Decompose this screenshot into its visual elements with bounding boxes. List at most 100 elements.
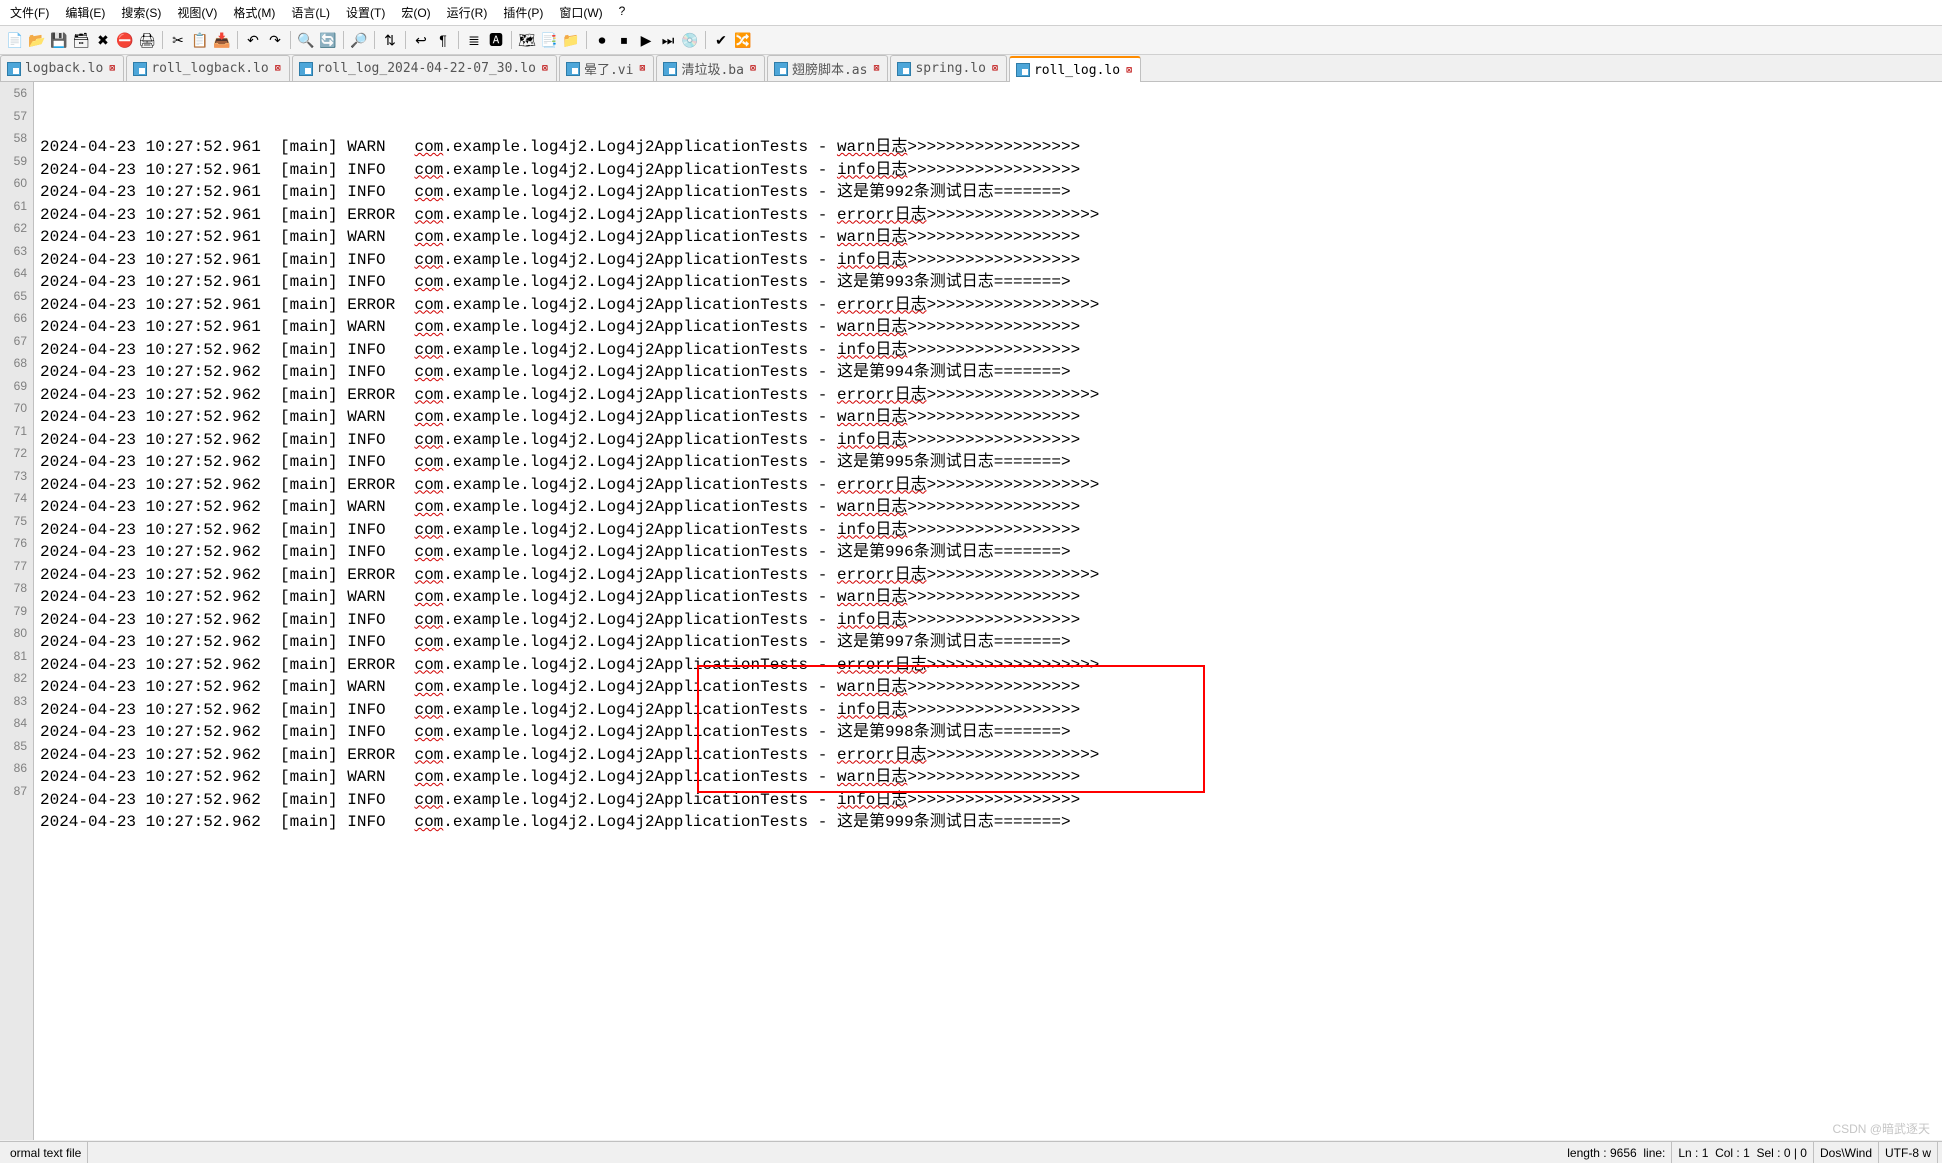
play-icon[interactable]: ▶ bbox=[635, 29, 657, 51]
lang-icon[interactable]: 🅰 bbox=[485, 29, 507, 51]
close-tab-icon[interactable]: ⊠ bbox=[542, 63, 548, 74]
record-icon[interactable]: ⏺ bbox=[591, 29, 613, 51]
log-line[interactable]: 2024-04-23 10:27:52.962 [main] ERROR com… bbox=[40, 564, 1942, 587]
log-line[interactable]: 2024-04-23 10:27:52.962 [main] INFO com.… bbox=[40, 609, 1942, 632]
redo-icon[interactable]: ↷ bbox=[264, 29, 286, 51]
log-line[interactable]: 2024-04-23 10:27:52.961 [main] WARN com.… bbox=[40, 226, 1942, 249]
func-list-icon[interactable]: 📑 bbox=[538, 29, 560, 51]
menu-macro[interactable]: 宏(O) bbox=[395, 2, 436, 23]
menu-format[interactable]: 格式(M) bbox=[227, 2, 281, 23]
log-line[interactable]: 2024-04-23 10:27:52.962 [main] WARN com.… bbox=[40, 676, 1942, 699]
log-line[interactable]: 2024-04-23 10:27:52.962 [main] ERROR com… bbox=[40, 654, 1942, 677]
log-line[interactable]: 2024-04-23 10:27:52.961 [main] INFO com.… bbox=[40, 181, 1942, 204]
save-macro-icon[interactable]: 💿 bbox=[679, 29, 701, 51]
log-line[interactable]: 2024-04-23 10:27:52.962 [main] INFO com.… bbox=[40, 361, 1942, 384]
log-line[interactable]: 2024-04-23 10:27:52.962 [main] WARN com.… bbox=[40, 406, 1942, 429]
log-line[interactable]: 2024-04-23 10:27:52.961 [main] ERROR com… bbox=[40, 294, 1942, 317]
folder-icon[interactable]: 📁 bbox=[560, 29, 582, 51]
tab-2[interactable]: roll_log_2024-04-22-07_30.lo⊠ bbox=[292, 55, 557, 81]
log-line[interactable]: 2024-04-23 10:27:52.962 [main] ERROR com… bbox=[40, 744, 1942, 767]
save-all-icon[interactable]: 🗃 bbox=[70, 29, 92, 51]
tab-6[interactable]: spring.lo ⊠ bbox=[890, 55, 1006, 81]
paste-icon[interactable]: 📥 bbox=[211, 29, 233, 51]
undo-icon[interactable]: ↶ bbox=[242, 29, 264, 51]
indent-guide-icon[interactable]: ≣ bbox=[463, 29, 485, 51]
log-line[interactable]: 2024-04-23 10:27:52.962 [main] INFO com.… bbox=[40, 541, 1942, 564]
tab-7[interactable]: roll_log.lo⊠ bbox=[1009, 56, 1141, 82]
close-tab-icon[interactable]: ⊠ bbox=[1126, 65, 1132, 76]
replace-icon[interactable]: 🔄 bbox=[317, 29, 339, 51]
status-length: length : 9656 line: bbox=[1561, 1142, 1672, 1163]
log-line[interactable]: 2024-04-23 10:27:52.962 [main] ERROR com… bbox=[40, 474, 1942, 497]
menu-run[interactable]: 运行(R) bbox=[441, 2, 494, 23]
new-file-icon[interactable]: 📄 bbox=[4, 29, 26, 51]
cut-icon[interactable]: ✂ bbox=[167, 29, 189, 51]
menu-search[interactable]: 搜索(S) bbox=[115, 2, 167, 23]
log-line[interactable] bbox=[40, 834, 1942, 857]
close-icon[interactable]: ✖ bbox=[92, 29, 114, 51]
tab-5[interactable]: 翅膀脚本.as⊠ bbox=[767, 55, 889, 81]
line-number: 81 bbox=[0, 645, 27, 668]
copy-icon[interactable]: 📋 bbox=[189, 29, 211, 51]
log-line[interactable]: 2024-04-23 10:27:52.962 [main] WARN com.… bbox=[40, 586, 1942, 609]
log-line[interactable]: 2024-04-23 10:27:52.961 [main] WARN com.… bbox=[40, 136, 1942, 159]
menu-language[interactable]: 语言(L) bbox=[285, 2, 336, 23]
log-line[interactable]: 2024-04-23 10:27:52.962 [main] INFO com.… bbox=[40, 811, 1942, 834]
tab-0[interactable]: logback.lo⊠ bbox=[0, 55, 124, 81]
log-line[interactable]: 2024-04-23 10:27:52.962 [main] INFO com.… bbox=[40, 451, 1942, 474]
play-multi-icon[interactable]: ⏭ bbox=[657, 29, 679, 51]
all-chars-icon[interactable]: ¶ bbox=[432, 29, 454, 51]
toolbar-separator bbox=[290, 31, 291, 49]
spell-icon[interactable]: ✔ bbox=[710, 29, 732, 51]
close-tab-icon[interactable]: ⊠ bbox=[873, 63, 879, 74]
log-line[interactable]: 2024-04-23 10:27:52.962 [main] INFO com.… bbox=[40, 631, 1942, 654]
log-line[interactable]: 2024-04-23 10:27:52.961 [main] WARN com.… bbox=[40, 316, 1942, 339]
tab-label: spring.lo bbox=[915, 61, 985, 76]
text-content[interactable]: 2024-04-23 10:27:52.961 [main] WARN com.… bbox=[34, 82, 1942, 1140]
editor-area[interactable]: 5657585960616263646566676869707172737475… bbox=[0, 82, 1942, 1140]
zoom-in-icon[interactable]: 🔎 bbox=[348, 29, 370, 51]
log-line[interactable]: 2024-04-23 10:27:52.962 [main] INFO com.… bbox=[40, 429, 1942, 452]
sync-v-icon[interactable]: ⇅ bbox=[379, 29, 401, 51]
close-tab-icon[interactable]: ⊠ bbox=[639, 63, 645, 74]
line-number: 65 bbox=[0, 285, 27, 308]
log-line[interactable]: 2024-04-23 10:27:52.961 [main] INFO com.… bbox=[40, 159, 1942, 182]
log-line[interactable]: 2024-04-23 10:27:52.962 [main] INFO com.… bbox=[40, 721, 1942, 744]
log-line[interactable]: 2024-04-23 10:27:52.961 [main] INFO com.… bbox=[40, 249, 1942, 272]
find-icon[interactable]: 🔍 bbox=[295, 29, 317, 51]
menu-view[interactable]: 视图(V) bbox=[171, 2, 223, 23]
doc-switch-icon[interactable]: 🔀 bbox=[732, 29, 754, 51]
close-tab-icon[interactable]: ⊠ bbox=[750, 63, 756, 74]
tab-4[interactable]: 清垃圾.ba⊠ bbox=[656, 55, 765, 81]
log-line[interactable]: 2024-04-23 10:27:52.962 [main] INFO com.… bbox=[40, 789, 1942, 812]
menu-plugins[interactable]: 插件(P) bbox=[497, 2, 549, 23]
menu-edit[interactable]: 编辑(E) bbox=[59, 2, 111, 23]
log-line[interactable]: 2024-04-23 10:27:52.961 [main] ERROR com… bbox=[40, 204, 1942, 227]
file-icon bbox=[299, 62, 313, 76]
tab-1[interactable]: roll_logback.lo⊠ bbox=[126, 55, 289, 81]
open-file-icon[interactable]: 📂 bbox=[26, 29, 48, 51]
line-number: 56 bbox=[0, 82, 27, 105]
menu-window[interactable]: 窗口(W) bbox=[553, 2, 608, 23]
log-line[interactable]: 2024-04-23 10:27:52.962 [main] INFO com.… bbox=[40, 699, 1942, 722]
log-line[interactable]: 2024-04-23 10:27:52.962 [main] ERROR com… bbox=[40, 384, 1942, 407]
close-tab-icon[interactable]: ⊠ bbox=[992, 63, 998, 74]
save-icon[interactable]: 💾 bbox=[48, 29, 70, 51]
print-icon[interactable]: 🖨 bbox=[136, 29, 158, 51]
close-all-icon[interactable]: ⛔ bbox=[114, 29, 136, 51]
log-line[interactable]: 2024-04-23 10:27:52.962 [main] INFO com.… bbox=[40, 339, 1942, 362]
doc-map-icon[interactable]: 🗺 bbox=[516, 29, 538, 51]
tab-3[interactable]: 晕了.vi⊠ bbox=[559, 55, 655, 81]
menu-file[interactable]: 文件(F) bbox=[4, 2, 55, 23]
log-line[interactable]: 2024-04-23 10:27:52.962 [main] WARN com.… bbox=[40, 766, 1942, 789]
menu-settings[interactable]: 设置(T) bbox=[340, 2, 391, 23]
wrap-icon[interactable]: ↩ bbox=[410, 29, 432, 51]
stop-icon[interactable]: ⏹ bbox=[613, 29, 635, 51]
log-line[interactable]: 2024-04-23 10:27:52.962 [main] WARN com.… bbox=[40, 496, 1942, 519]
log-line[interactable]: 2024-04-23 10:27:52.962 [main] INFO com.… bbox=[40, 519, 1942, 542]
menu-help[interactable]: ? bbox=[613, 2, 632, 23]
line-number: 86 bbox=[0, 757, 27, 780]
close-tab-icon[interactable]: ⊠ bbox=[275, 63, 281, 74]
close-tab-icon[interactable]: ⊠ bbox=[109, 63, 115, 74]
log-line[interactable]: 2024-04-23 10:27:52.961 [main] INFO com.… bbox=[40, 271, 1942, 294]
